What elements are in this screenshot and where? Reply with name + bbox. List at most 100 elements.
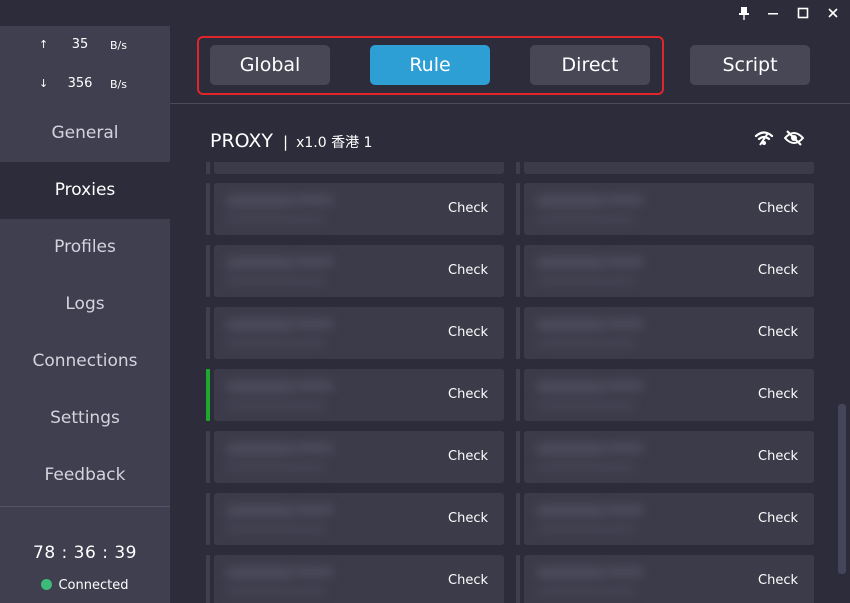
proxy-list: Check Check Check Check Check Check Check Chec… [206,162,814,603]
mode-bar: Global Rule Direct Script [170,26,850,104]
redacted-proxy-name [604,443,644,453]
maximize-icon[interactable] [793,3,813,23]
proxy-selected-indicator [206,307,210,359]
check-latency-button[interactable]: Check [758,201,798,216]
proxy-card[interactable]: Check [206,307,504,359]
proxy-card-body[interactable]: Check [524,555,814,603]
sidebar-item-profiles[interactable]: Profiles [0,219,170,276]
upload-unit: B/s [110,39,127,52]
mode-script-button[interactable]: Script [690,45,810,85]
check-latency-button[interactable]: Check [448,325,488,340]
proxy-card[interactable]: Check [516,307,814,359]
mode-global-button[interactable]: Global [210,45,330,85]
download-arrow-icon: ↓ [39,77,49,90]
proxy-card[interactable]: Check [206,369,504,421]
redacted-proxy-name [604,195,644,205]
wifi-icon[interactable] [754,128,774,148]
scrollbar[interactable] [838,404,846,574]
proxy-card-body[interactable]: Check [214,183,504,235]
proxy-selected-indicator [516,245,520,297]
redacted-proxy-name [604,567,644,577]
proxy-card[interactable]: Check [206,555,504,603]
sidebar-item-general[interactable]: General [0,105,170,162]
check-latency-button[interactable]: Check [758,387,798,402]
check-latency-button[interactable]: Check [448,511,488,526]
check-latency-button[interactable]: Check [758,573,798,588]
sidebar-item-feedback[interactable]: Feedback [0,447,170,504]
pin-icon[interactable] [734,3,754,23]
uptime-timer: 78 : 36 : 39 [33,543,137,563]
redacted-proxy-name [226,215,326,223]
sidebar-item-settings[interactable]: Settings [0,390,170,447]
proxy-card-partial[interactable] [516,162,814,174]
proxy-card[interactable]: Check [206,183,504,235]
connection-status: Connected [0,578,170,593]
proxy-group-separator: | [283,133,289,151]
mode-rule-button[interactable]: Rule [370,45,490,85]
proxy-card[interactable]: Check [206,493,504,545]
check-latency-button[interactable]: Check [448,387,488,402]
redacted-proxy-name [536,505,606,517]
check-latency-button[interactable]: Check [758,449,798,464]
redacted-proxy-name [536,587,636,595]
proxy-card[interactable]: Check [206,431,504,483]
proxy-card[interactable]: Check [516,245,814,297]
download-row: ↓ 356 B/s [0,65,170,104]
minimize-icon[interactable] [763,3,783,23]
upload-arrow-icon: ↑ [39,38,49,51]
proxy-card[interactable]: Check [516,493,814,545]
download-speed: 356 [67,76,93,91]
check-latency-button[interactable]: Check [448,263,488,278]
mode-direct-button[interactable]: Direct [530,45,650,85]
proxy-card[interactable]: Check [516,555,814,603]
eye-off-icon[interactable] [783,128,805,148]
proxy-group-header[interactable]: PROXY | x1.0 香港 1 [210,130,372,152]
sidebar-item-proxies[interactable]: Proxies [0,162,170,219]
status-label: Connected [58,578,129,593]
proxy-selected-indicator [206,555,210,603]
proxy-card[interactable]: Check [206,245,504,297]
proxy-card[interactable]: Check [516,369,814,421]
proxy-card-body[interactable]: Check [524,183,814,235]
main-panel: Global Rule Direct Script PROXY | x1.0 香港 … [170,26,850,603]
sidebar-item-connections[interactable]: Connections [0,333,170,390]
proxy-card-body[interactable]: Check [214,245,504,297]
proxy-card-body[interactable]: Check [214,307,504,359]
check-latency-button[interactable]: Check [758,325,798,340]
check-latency-button[interactable]: Check [758,263,798,278]
redacted-proxy-name [604,381,644,391]
redacted-proxy-name [226,567,296,579]
proxy-selected-indicator [206,183,210,235]
redacted-proxy-name [294,195,334,205]
proxy-card-body[interactable]: Check [214,369,504,421]
check-latency-button[interactable]: Check [758,511,798,526]
redacted-proxy-name [536,463,636,471]
proxy-card-partial[interactable] [206,162,504,174]
redacted-proxy-name [294,567,334,577]
sidebar-item-logs[interactable]: Logs [0,276,170,333]
proxy-group-name: PROXY [210,130,274,152]
proxy-card-body[interactable]: Check [214,493,504,545]
close-icon[interactable] [823,3,843,23]
proxy-card-body[interactable]: Check [524,307,814,359]
upload-speed: 35 [71,37,89,52]
redacted-proxy-name [536,339,636,347]
proxy-card[interactable]: Check [516,431,814,483]
redacted-proxy-name [294,257,334,267]
check-latency-button[interactable]: Check [448,573,488,588]
check-latency-button[interactable]: Check [448,201,488,216]
proxy-card-body[interactable]: Check [524,493,814,545]
proxy-card-body[interactable]: Check [214,431,504,483]
redacted-proxy-name [226,525,326,533]
proxy-card-body[interactable]: Check [214,555,504,603]
redacted-proxy-name [536,401,636,409]
redacted-proxy-name [536,381,606,393]
proxy-selected-indicator [206,245,210,297]
redacted-proxy-name [226,443,296,455]
proxy-card-body[interactable]: Check [524,431,814,483]
check-latency-button[interactable]: Check [448,449,488,464]
proxy-card[interactable]: Check [516,183,814,235]
proxy-card-body[interactable]: Check [524,369,814,421]
proxy-card-body[interactable]: Check [524,245,814,297]
redacted-proxy-name [604,319,644,329]
